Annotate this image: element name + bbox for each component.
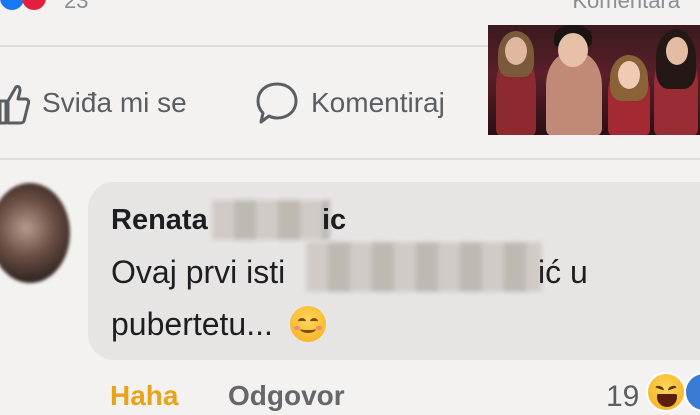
love-reaction-icon (22, 0, 46, 10)
redacted-surname (212, 200, 330, 240)
author-name-suffix: ic (322, 204, 347, 236)
comment-text-line1-end: ić u (538, 254, 588, 290)
comment-text-line1: Ovaj prvi isti (111, 254, 286, 290)
divider-bottom (0, 158, 700, 160)
reply-button[interactable]: Odgovor (228, 380, 345, 412)
comment-reaction-count[interactable]: 19 (606, 380, 639, 414)
comment-label: Komentiraj (311, 87, 445, 118)
thumbs-up-icon (0, 85, 30, 125)
post-photo[interactable] (488, 25, 700, 135)
haha-reaction-button[interactable]: Haha (110, 380, 178, 412)
like-emoji-icon (684, 372, 700, 412)
haha-emoji-icon (646, 372, 686, 412)
comment-button[interactable]: Komentiraj (255, 78, 445, 128)
commenter-avatar[interactable] (0, 183, 70, 283)
comments-count-link[interactable]: Komentara (572, 0, 680, 14)
post-reaction-summary: 23 Komentara (0, 0, 700, 13)
like-label: Sviđa mi se (42, 87, 187, 118)
redacted-name (306, 242, 542, 292)
post-reaction-count[interactable]: 23 (64, 0, 88, 14)
like-button[interactable]: Sviđa mi se (0, 78, 187, 128)
speech-bubble-icon (256, 82, 298, 124)
smiling-face-icon (290, 306, 326, 342)
like-reaction-icon (0, 0, 24, 10)
comment-text-line2: pubertetu... (111, 306, 273, 342)
comment-author-name[interactable]: Renata (111, 204, 208, 237)
